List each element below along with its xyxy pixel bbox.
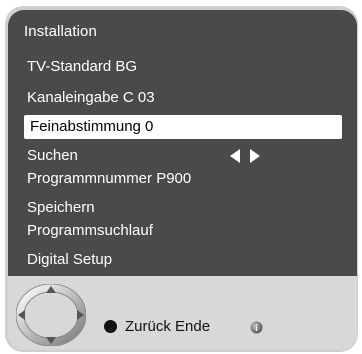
menu-item-programmnummer[interactable]: Programmnummer P900 — [27, 167, 191, 191]
menu-item-programmsuchlauf[interactable]: Programmsuchlauf — [27, 219, 153, 243]
menu-item-tv-standard[interactable]: TV-Standard BG — [27, 55, 137, 79]
back-label[interactable]: Zurück — [125, 318, 171, 335]
end-label[interactable]: Ende — [175, 318, 210, 335]
left-right-arrows-icon — [228, 147, 264, 165]
menu-item-feinabstimmung[interactable]: Feinabstimmung 0 — [24, 115, 342, 139]
menu-item-speichern[interactable]: Speichern — [27, 196, 95, 220]
menu-item-kanaleingabe[interactable]: Kanaleingabe C 03 — [27, 86, 155, 110]
menu-item-digital-setup[interactable]: Digital Setup — [27, 248, 112, 272]
footer-labels: Zurück Ende — [125, 318, 210, 335]
menu-item-suchen[interactable]: Suchen — [27, 144, 78, 168]
info-icon[interactable] — [250, 321, 263, 334]
dpad-icon — [15, 283, 87, 347]
osd-screen: Installation TV-Standard BG Kanaleingabe… — [0, 0, 362, 354]
black-dot-icon[interactable] — [104, 320, 117, 333]
menu-title: Installation — [24, 23, 97, 40]
